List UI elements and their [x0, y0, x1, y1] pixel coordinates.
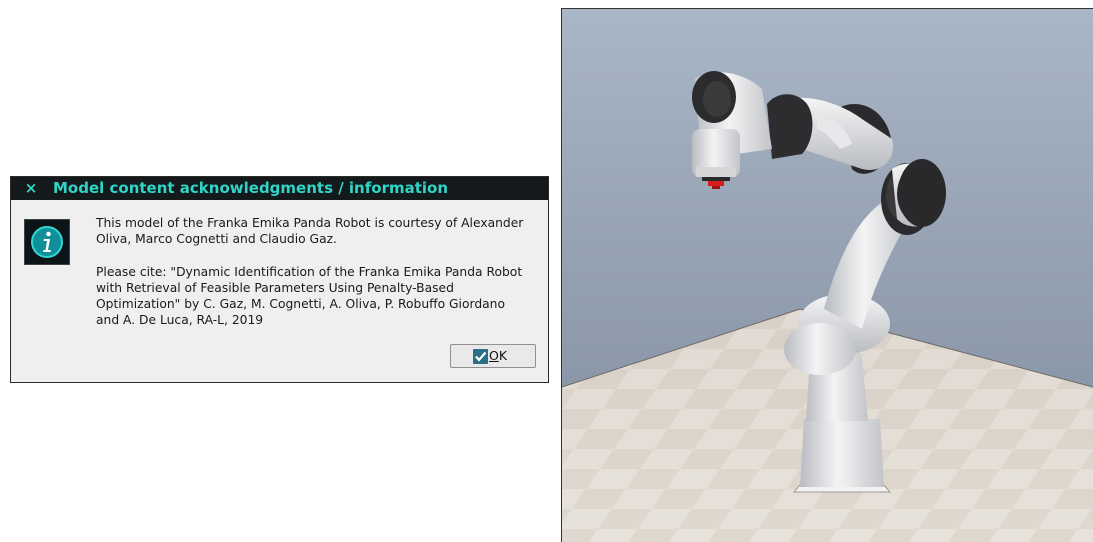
- message-line: and A. De Luca, RA-L, 2019: [96, 313, 264, 327]
- checkmark-icon: [473, 349, 488, 364]
- ok-button-label: OK: [489, 348, 508, 363]
- dialog-message-credit: This model of the Franka Emika Panda Rob…: [96, 215, 541, 247]
- message-line: Optimization" by C. Gaz, M. Cognetti, A.…: [96, 297, 505, 311]
- message-line: Please cite: "Dynamic Identification of …: [96, 265, 523, 279]
- dialog-title: Model content acknowledgments / informat…: [53, 179, 449, 197]
- ok-button[interactable]: OK: [450, 344, 536, 368]
- close-icon[interactable]: ×: [24, 177, 38, 200]
- dialog-message-citation: Please cite: "Dynamic Identification of …: [96, 264, 541, 328]
- info-dialog: × Model content acknowledgments / inform…: [10, 176, 549, 383]
- dialog-titlebar: × Model content acknowledgments / inform…: [11, 177, 548, 200]
- robot-3d-viewport[interactable]: [562, 9, 1093, 542]
- message-line: This model of the Franka Emika Panda Rob…: [96, 216, 524, 230]
- message-line: with Retrieval of Feasible Parameters Us…: [96, 281, 454, 295]
- message-line: Oliva, Marco Cognetti and Claudio Gaz.: [96, 232, 337, 246]
- info-icon: [24, 219, 70, 265]
